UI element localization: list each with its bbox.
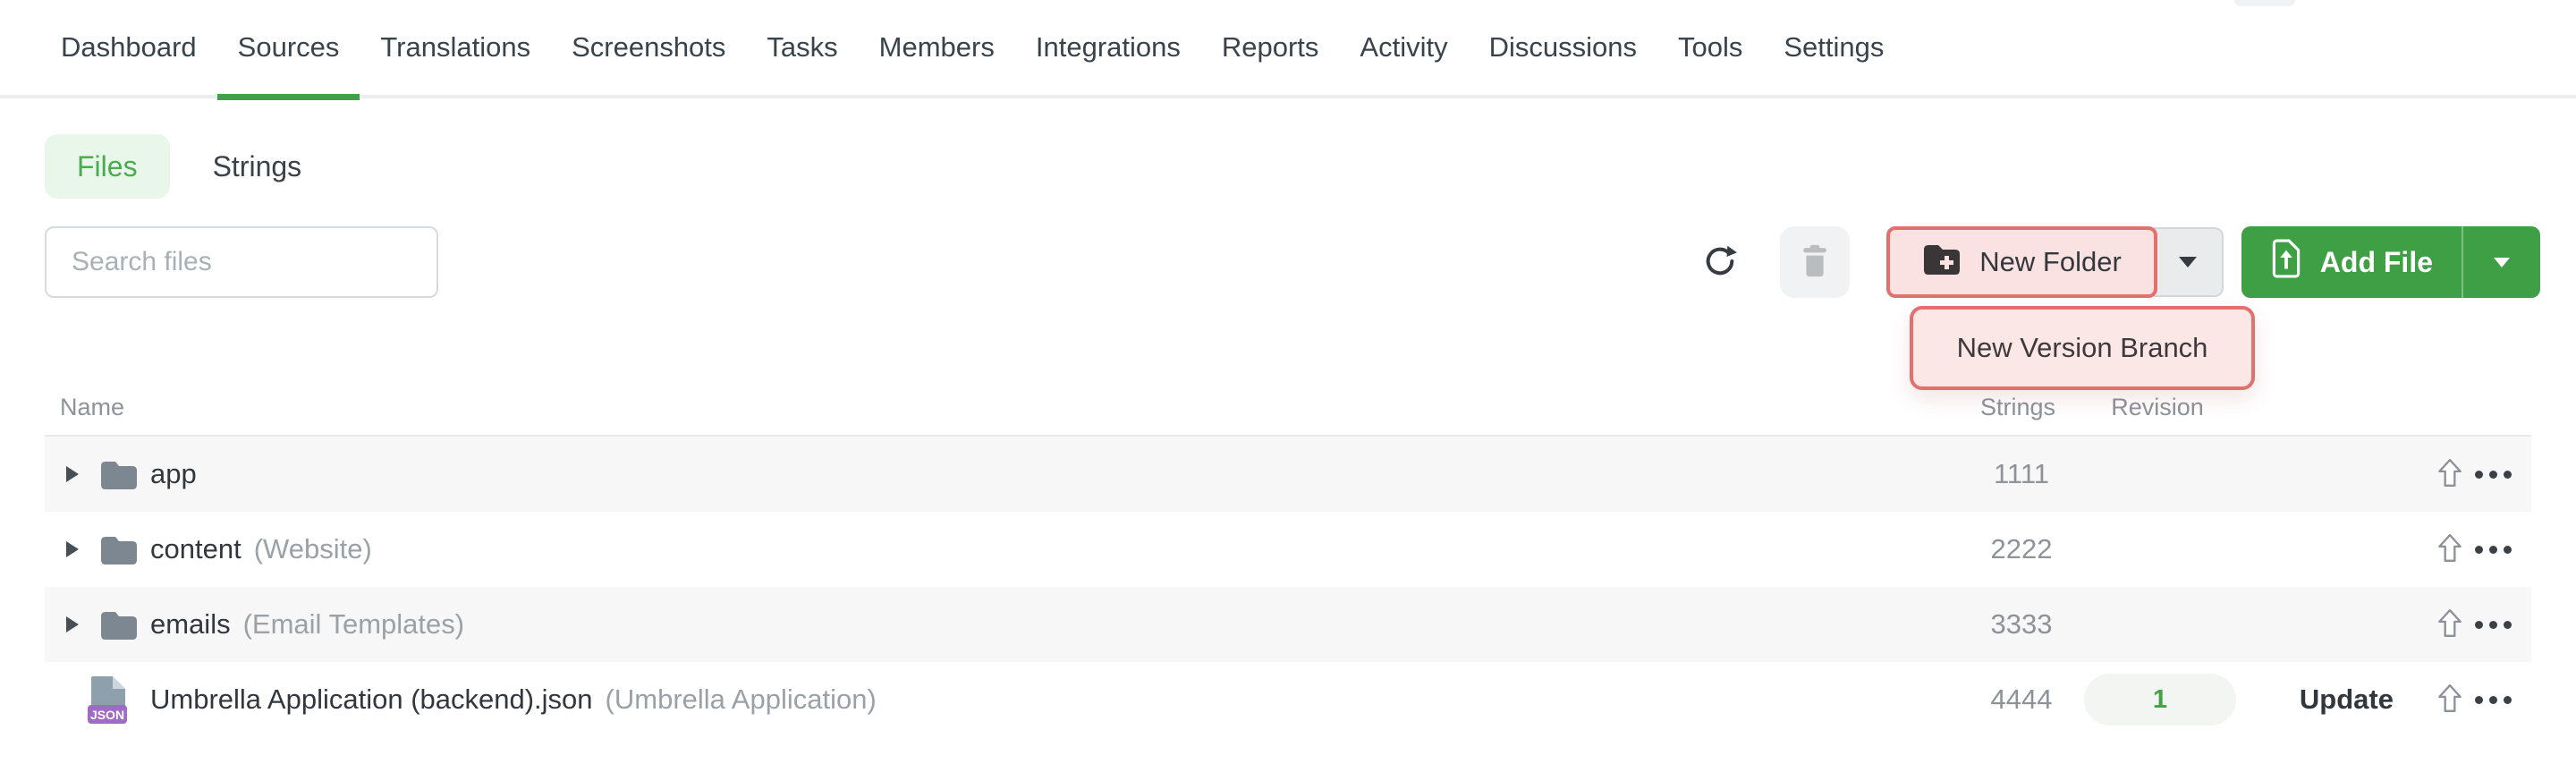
table-row-file-umbrella-json[interactable]: JSON Umbrella Application (backend).json… xyxy=(45,662,2531,737)
ellipsis-icon xyxy=(2489,546,2497,554)
ellipsis-icon xyxy=(2489,471,2497,479)
folder-icon xyxy=(100,460,138,495)
toolbar: New Folder Add File xyxy=(1699,226,2540,298)
chevron-down-icon xyxy=(2494,258,2510,267)
files-table: app 1111 content (Website) 2222 xyxy=(45,437,2531,737)
nav-item-discussions[interactable]: Discussions xyxy=(1489,0,1637,97)
nav-item-tools[interactable]: Tools xyxy=(1678,0,1742,97)
expand-caret-icon[interactable] xyxy=(66,541,79,557)
tab-strings[interactable]: Strings xyxy=(213,150,302,183)
file-name[interactable]: app xyxy=(150,458,197,490)
nav-item-dashboard[interactable]: Dashboard xyxy=(61,0,197,97)
cutoff-element-top xyxy=(2234,0,2295,6)
add-file-dropdown-button[interactable] xyxy=(2462,226,2540,298)
nav-item-members[interactable]: Members xyxy=(879,0,995,97)
folder-icon xyxy=(100,610,138,645)
revision-badge[interactable]: 1 xyxy=(2084,674,2236,726)
ellipsis-icon xyxy=(2489,621,2497,629)
ellipsis-icon xyxy=(2504,471,2512,479)
file-note: (Website) xyxy=(254,533,372,565)
ellipsis-icon xyxy=(2504,696,2512,704)
json-file-icon: JSON xyxy=(86,675,131,729)
files-table-header: Name Strings Revision xyxy=(45,386,2531,435)
update-button[interactable]: Update xyxy=(2300,662,2394,737)
ellipsis-icon xyxy=(2504,546,2512,554)
upload-arrow-icon xyxy=(2436,458,2463,491)
strings-count: 2222 xyxy=(1932,512,2111,587)
table-row-folder-content[interactable]: content (Website) 2222 xyxy=(45,512,2531,587)
file-note: (Email Templates) xyxy=(243,608,465,641)
menu-item-new-version-branch[interactable]: New Version Branch xyxy=(1910,306,2255,390)
column-header-name: Name xyxy=(60,394,124,421)
folder-plus-icon xyxy=(1922,242,1962,282)
nav-item-activity[interactable]: Activity xyxy=(1360,0,1447,97)
upload-arrow-icon xyxy=(2436,683,2463,717)
ellipsis-icon xyxy=(2475,546,2483,554)
view-tabs: Files Strings xyxy=(45,134,301,199)
ellipsis-icon xyxy=(2475,621,2483,629)
file-note: (Umbrella Application) xyxy=(606,683,877,716)
nav-item-reports[interactable]: Reports xyxy=(1222,0,1319,97)
refresh-button[interactable] xyxy=(1699,242,1741,283)
upload-arrow-icon xyxy=(2436,608,2463,641)
nav-item-sources[interactable]: Sources xyxy=(238,0,340,97)
upload-arrow-icon xyxy=(2436,533,2463,566)
table-row-folder-emails[interactable]: emails (Email Templates) 3333 xyxy=(45,587,2531,662)
ellipsis-icon xyxy=(2489,696,2497,704)
new-folder-dropdown-button[interactable] xyxy=(2154,227,2224,297)
add-file-split-button: Add File xyxy=(2241,226,2540,298)
nav-item-translations[interactable]: Translations xyxy=(380,0,530,97)
delete-button[interactable] xyxy=(1780,226,1850,298)
tab-files[interactable]: Files xyxy=(45,134,170,199)
nav-item-integrations[interactable]: Integrations xyxy=(1036,0,1181,97)
file-upload-icon xyxy=(2270,239,2302,285)
svg-text:JSON: JSON xyxy=(90,708,124,722)
nav-item-screenshots[interactable]: Screenshots xyxy=(572,0,725,97)
nav-item-settings[interactable]: Settings xyxy=(1784,0,1884,97)
strings-count: 1111 xyxy=(1932,437,2111,512)
more-actions-button[interactable] xyxy=(2475,689,2512,710)
refresh-icon xyxy=(1702,243,1738,282)
upload-button[interactable] xyxy=(2435,608,2465,641)
folder-icon xyxy=(100,535,138,570)
ellipsis-icon xyxy=(2475,471,2483,479)
trash-icon xyxy=(1801,244,1829,281)
file-name[interactable]: content xyxy=(150,533,242,565)
more-actions-button[interactable] xyxy=(2475,614,2512,635)
search-input[interactable] xyxy=(45,226,438,298)
table-row-folder-app[interactable]: app 1111 xyxy=(45,437,2531,512)
column-header-strings: Strings xyxy=(1928,394,2107,421)
chevron-down-icon xyxy=(2179,257,2197,267)
more-actions-button[interactable] xyxy=(2475,539,2512,560)
ellipsis-icon xyxy=(2475,696,2483,704)
file-name[interactable]: emails xyxy=(150,608,231,641)
add-file-label: Add File xyxy=(2320,246,2433,279)
ellipsis-icon xyxy=(2504,621,2512,629)
strings-count: 3333 xyxy=(1932,587,2111,662)
project-nav: Dashboard Sources Translations Screensho… xyxy=(0,0,2576,98)
column-header-revision: Revision xyxy=(2081,394,2233,421)
upload-button[interactable] xyxy=(2435,458,2465,490)
upload-button[interactable] xyxy=(2435,533,2465,565)
expand-caret-icon[interactable] xyxy=(66,616,79,632)
more-actions-button[interactable] xyxy=(2475,463,2512,485)
file-name[interactable]: Umbrella Application (backend).json xyxy=(150,683,593,716)
add-file-button[interactable]: Add File xyxy=(2241,226,2462,298)
nav-item-tasks[interactable]: Tasks xyxy=(767,0,837,97)
controls-row: New Folder Add File xyxy=(45,226,2540,298)
expand-caret-icon[interactable] xyxy=(66,466,79,482)
new-folder-label: New Folder xyxy=(1979,246,2122,278)
upload-button[interactable] xyxy=(2435,683,2465,716)
new-folder-button[interactable]: New Folder xyxy=(1886,226,2157,298)
